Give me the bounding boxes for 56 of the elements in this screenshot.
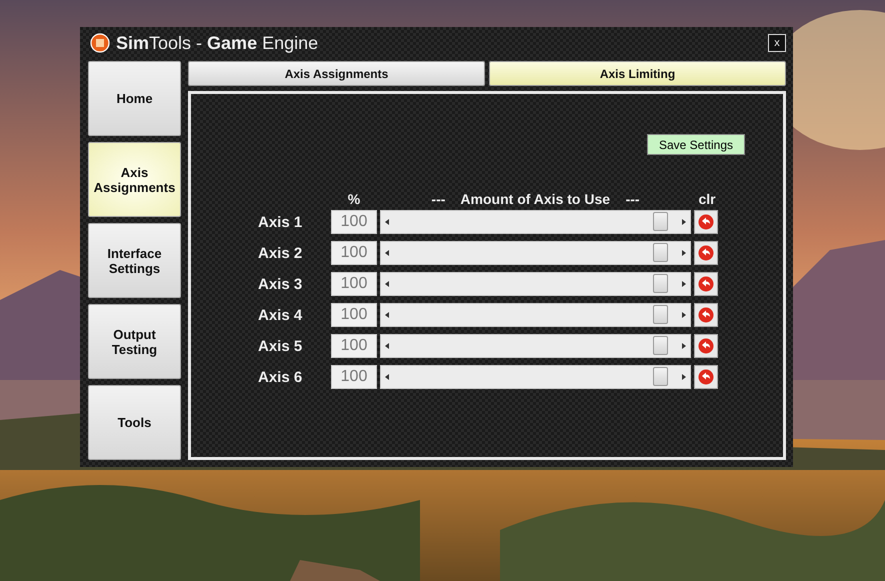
axis-label: Axis 1 xyxy=(258,214,304,230)
clear-button[interactable] xyxy=(694,210,718,234)
percent-field[interactable]: 100 xyxy=(331,303,377,327)
right-arrow-icon xyxy=(682,343,686,349)
percent-field[interactable]: 100 xyxy=(331,334,377,358)
left-arrow-icon xyxy=(385,281,389,287)
scrollbar-thumb[interactable] xyxy=(652,274,668,293)
axis-label: Axis 5 xyxy=(258,338,304,354)
axis-label: Axis 2 xyxy=(258,244,304,262)
left-arrow-icon xyxy=(385,312,389,318)
scrollbar-thumb[interactable] xyxy=(652,367,668,386)
axis-label: Axis 6 xyxy=(258,368,304,386)
clear-button[interactable] xyxy=(694,365,718,389)
sidebar-button[interactable]: Output Testing xyxy=(88,304,181,379)
axis-label: Axis 3 xyxy=(258,276,304,292)
right-arrow-icon xyxy=(682,250,686,256)
app-logo-icon xyxy=(90,33,110,53)
scrollbar-thumb[interactable] xyxy=(652,212,668,231)
close-button[interactable]: x xyxy=(768,34,786,52)
left-arrow-icon xyxy=(385,374,389,380)
sidebar-button[interactable]: Tools xyxy=(88,385,181,460)
column-header: --- Amount of Axis to Use --- xyxy=(430,191,641,207)
clear-button[interactable] xyxy=(694,303,718,327)
scrollbar-thumb[interactable] xyxy=(652,243,668,262)
percent-field[interactable]: 100 xyxy=(331,241,377,265)
sidebar-button[interactable]: Axis Assignments xyxy=(88,142,181,217)
axis-label: Axis 4 xyxy=(258,306,304,324)
axis-scrollbar[interactable] xyxy=(380,334,691,358)
clear-button[interactable] xyxy=(694,272,718,296)
left-arrow-icon xyxy=(385,343,389,349)
sidebar-button[interactable]: Interface Settings xyxy=(88,223,181,298)
scrollbar-thumb[interactable] xyxy=(652,305,668,324)
window-title: SimTools - Game Engine xyxy=(116,32,318,54)
right-arrow-icon xyxy=(682,312,686,318)
tab[interactable]: Axis Limiting xyxy=(489,61,786,86)
left-arrow-icon xyxy=(385,250,389,256)
percent-field[interactable]: 100 xyxy=(331,272,377,296)
axis-scrollbar[interactable] xyxy=(380,241,691,265)
percent-field[interactable]: 100 xyxy=(331,365,377,389)
percent-field[interactable]: 100 xyxy=(331,210,377,234)
left-arrow-icon xyxy=(385,219,389,225)
save-settings-button[interactable]: Save Settings xyxy=(646,134,745,155)
right-arrow-icon xyxy=(682,281,686,287)
sidebar-button[interactable]: Home xyxy=(88,61,181,136)
scrollbar-thumb[interactable] xyxy=(652,336,668,355)
axis-scrollbar[interactable] xyxy=(380,210,691,234)
clear-button[interactable] xyxy=(694,334,718,358)
column-header: % xyxy=(346,191,362,207)
axis-scrollbar[interactable] xyxy=(380,272,691,296)
tab[interactable]: Axis Assignments xyxy=(188,61,485,86)
column-header: clr xyxy=(697,191,717,207)
right-arrow-icon xyxy=(682,374,686,380)
axis-scrollbar[interactable] xyxy=(380,365,691,389)
axis-scrollbar[interactable] xyxy=(380,303,691,327)
right-arrow-icon xyxy=(682,219,686,225)
clear-button[interactable] xyxy=(694,241,718,265)
